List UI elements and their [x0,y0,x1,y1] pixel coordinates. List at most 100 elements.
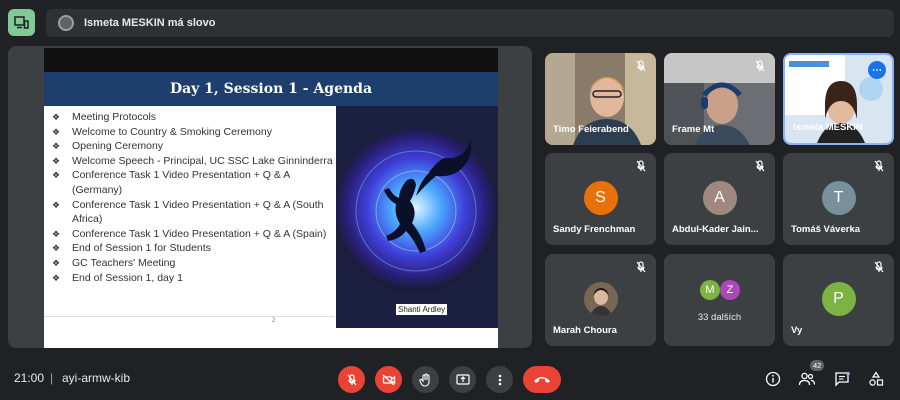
agenda-item-text: Opening Ceremony [72,140,164,153]
more-vert-icon [498,374,501,385]
microphone-off-icon [755,160,765,172]
participant-name: Tomáš Váverka [791,224,861,235]
microphone-off-icon [346,373,357,385]
participant-name: Ismeta MESKIN [793,122,863,133]
bullet-icon: ❖ [52,112,61,122]
people-icon [798,372,816,386]
bullet-icon: ❖ [52,228,61,239]
microphone-off-icon [874,160,884,172]
participant-name: Marah Choura [553,325,617,336]
participant-count-badge: 42 [810,360,825,371]
artwork-image [336,106,498,328]
agenda-item-text: End of Session 1, day 1 [72,271,183,284]
more-participants-tile[interactable]: M Z 33 dalších [664,254,775,346]
microphone-off-icon [636,261,646,273]
participant-name: Abdul-Kader Jain... [672,224,759,235]
participant-tile[interactable]: Marah Choura [545,254,656,346]
agenda-item-text: GC Teachers' Meeting [72,256,176,269]
agenda-item-text: Conference Task 1 Video Presentation + Q… [72,198,324,226]
clock: 21:00 [14,371,45,385]
present-icon [455,373,470,385]
shared-slide: Day 1, Session 1 - Agenda ❖ Meeting Proto… [44,48,498,348]
participant-name: Vy [791,325,803,336]
participant-avatar: Z [720,280,740,300]
separator: | [50,371,54,385]
active-speaker-label: Ismeta MESKIN má slovo [84,17,216,29]
slide-header: Day 1, Session 1 - Agenda [44,72,498,106]
more-options-icon[interactable]: ⋯ [868,61,886,79]
artwork-credit: Shanti Ardley [396,304,448,315]
agenda-list: ❖ Meeting Protocols ❖ Welcome to Country & … [50,110,340,285]
agenda-item-text: Conference Task 1 Video Presentation + Q… [72,169,290,196]
microphone-toggle-button[interactable] [338,366,365,393]
microphone-off-icon [636,160,646,172]
self-tile[interactable]: P Vy [783,254,894,346]
leave-call-button[interactable] [523,366,561,393]
layout-toggle-button[interactable] [8,9,35,36]
participant-avatar: M [700,280,720,300]
chat-button[interactable] [833,370,851,388]
bullet-icon: ❖ [52,257,61,268]
agenda-item: ❖ Conference Task 1 Video Presentation + … [50,227,340,242]
participant-tile-active[interactable]: ⋯ Ismeta MESKIN [783,53,894,145]
participant-tile[interactable]: T Tomáš Váverka [783,153,894,245]
slide-footer [44,316,334,330]
activities-icon [869,371,884,386]
agenda-item-text: Welcome to Country & Smoking Ceremony [72,125,272,138]
camera-off-icon [382,374,395,385]
meeting-code: ayi-armw-kib [62,371,131,385]
active-speaker-bar: Ismeta MESKIN má slovo [46,9,894,37]
agenda-item-text: Welcome Speech - Principal, UC SSC Lake … [72,154,333,167]
raise-hand-button[interactable] [412,366,439,393]
agenda-item: ❖ Opening Ceremony [50,139,340,154]
bullet-icon: ❖ [52,170,61,181]
bullet-icon: ❖ [52,199,61,210]
participant-name: Sandy Frenchman [553,224,636,235]
present-screen-button[interactable] [449,366,476,393]
participant-tile[interactable]: Timo Feierabend [545,53,656,145]
participant-avatar: S [583,181,618,215]
camera-toggle-button[interactable] [375,366,402,393]
participant-photo [583,282,618,316]
people-button[interactable] [798,370,816,388]
participant-name: Timo Feierabend [553,124,629,135]
hand-icon [418,372,430,387]
slide-artwork: Shanti Ardley [336,106,498,328]
participant-avatar: A [702,181,737,215]
layout-icon [14,16,29,29]
participant-tile[interactable]: A Abdul-Kader Jain... [664,153,775,245]
slide-title: Day 1, Session 1 - Agenda [169,81,373,97]
self-avatar: P [821,282,856,316]
bullet-icon: ❖ [52,126,61,137]
more-options-button[interactable] [486,366,513,393]
participant-avatar: T [821,181,856,215]
microphone-off-icon [636,60,646,72]
bullet-icon: ❖ [52,272,61,283]
bullet-icon: ❖ [52,155,61,166]
phone-hangup-icon [534,376,550,383]
info-icon [765,371,781,387]
agenda-item-text: Conference Task 1 Video Presentation + Q… [72,227,327,240]
agenda-item: ❖ End of Session 1, day 1 [50,271,340,286]
agenda-item: ❖ Welcome Speech - Principal, UC SSC Lake… [50,154,340,169]
bullet-icon: ❖ [52,243,61,254]
agenda-item: ❖ Conference Task 1 Video Presentation + … [50,198,340,227]
presentation-panel[interactable]: Day 1, Session 1 - Agenda ❖ Meeting Proto… [8,46,532,348]
speaker-avatar [58,15,74,31]
bullet-icon: ❖ [52,141,61,152]
slide-top-strip [44,48,498,72]
agenda-item: ❖ Conference Task 1 Video Presentation + … [50,168,340,197]
more-participants-label: 33 dalších [697,312,742,323]
microphone-off-icon [755,60,765,72]
chat-icon [835,371,850,387]
activities-button[interactable] [867,370,885,388]
agenda-item-text: End of Session 1 for Students [72,242,211,255]
participant-tile[interactable]: S Sandy Frenchman [545,153,656,245]
participant-tile[interactable]: Frame Mt [664,53,775,145]
agenda-item-text: Meeting Protocols [72,111,157,123]
slide-page-number: 2 [272,318,276,324]
agenda-item: ❖ Meeting Protocols [50,110,340,125]
microphone-off-icon [874,261,884,273]
meeting-details-button[interactable] [764,370,782,388]
agenda-item: ❖ Welcome to Country & Smoking Ceremony [50,125,340,140]
